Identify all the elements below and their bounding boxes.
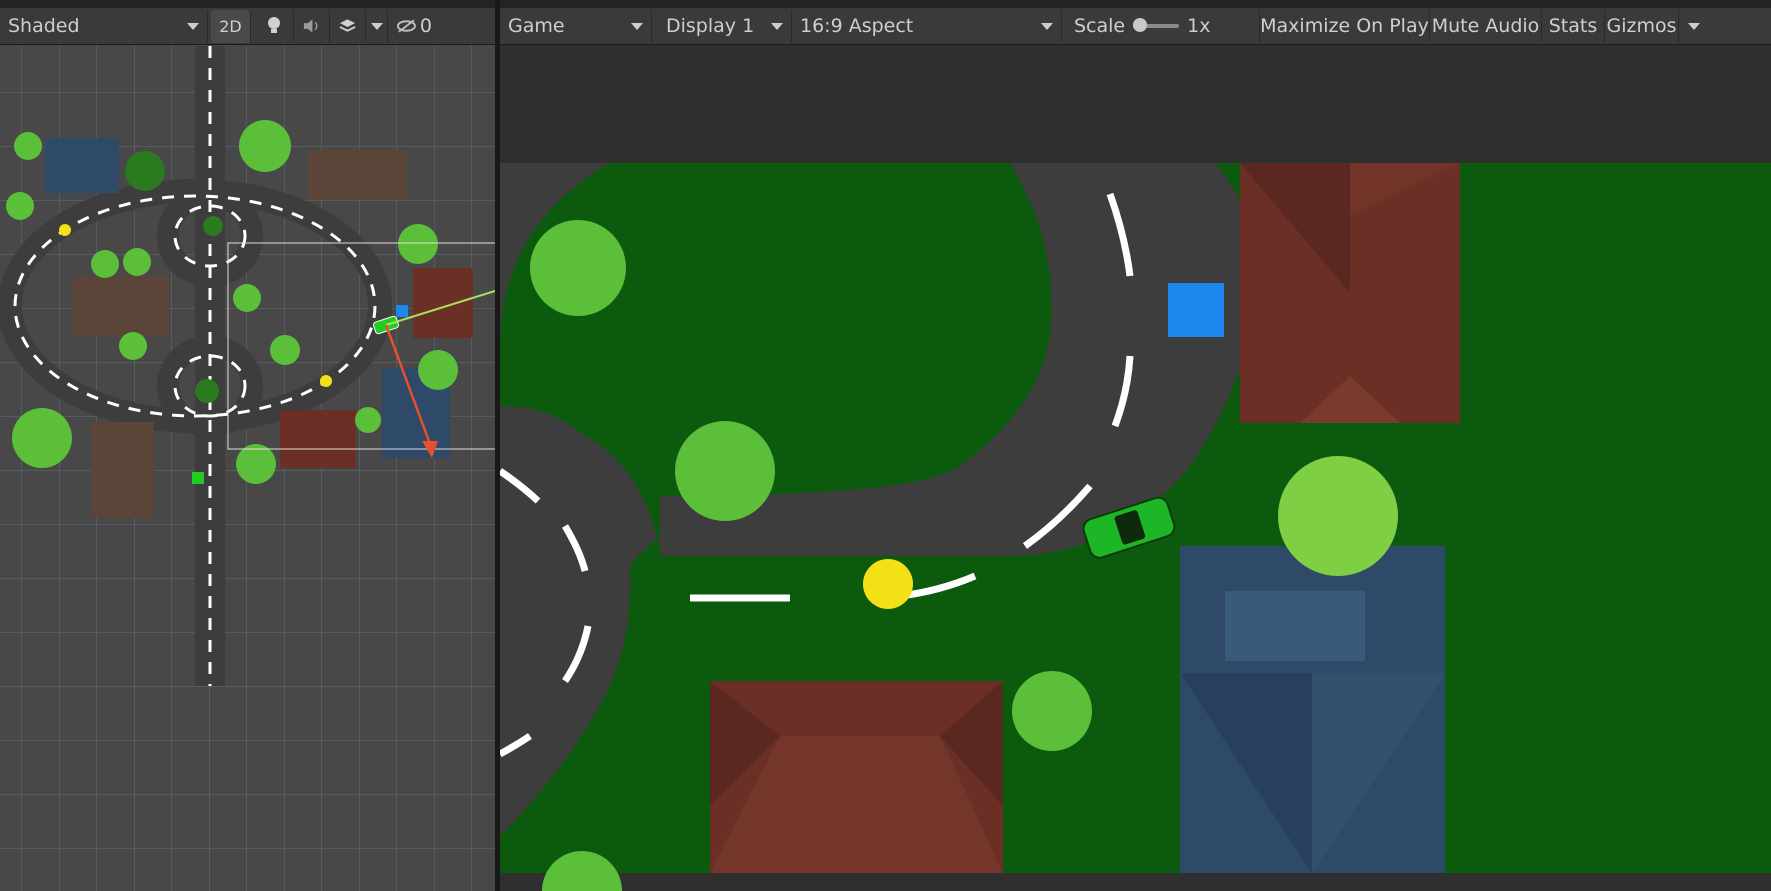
speaker-icon <box>303 19 318 33</box>
lighting-toggle-button[interactable] <box>254 9 294 43</box>
game-canvas[interactable] <box>500 46 1771 891</box>
scene-tab-strip <box>0 0 495 8</box>
gizmos-dropdown[interactable] <box>1679 10 1709 43</box>
game-panel: Game Display 1 16:9 Aspect Scale 1x Maxi… <box>500 0 1771 891</box>
house-blue <box>1180 546 1445 873</box>
scale-label: Scale <box>1074 15 1126 37</box>
tree <box>1278 456 1398 576</box>
game-checkpoint <box>1168 283 1224 337</box>
layers-icon <box>339 19 356 32</box>
hidden-objects-button[interactable]: 0 <box>388 10 440 43</box>
visibility-off-icon <box>396 19 416 33</box>
stats-label: Stats <box>1548 15 1598 37</box>
scene-coin[interactable] <box>59 224 71 236</box>
tree <box>1012 671 1092 751</box>
scene-canvas[interactable] <box>0 46 495 891</box>
scene-coin[interactable] <box>320 375 332 387</box>
chevron-down-icon <box>1041 22 1053 30</box>
game-tab-strip <box>500 0 1771 8</box>
mute-audio-label: Mute Audio <box>1431 15 1540 37</box>
gizmos-toggle[interactable]: Gizmos <box>1605 9 1679 43</box>
hidden-count: 0 <box>419 15 432 37</box>
scene-viewport[interactable] <box>0 46 495 891</box>
scale-slider-knob[interactable] <box>1133 18 1148 32</box>
game-view-label: Game <box>508 15 565 37</box>
toggle-2d-button[interactable]: 2D <box>211 9 251 43</box>
gizmos-label: Gizmos <box>1606 15 1677 37</box>
scene-spawn-marker[interactable] <box>192 472 204 484</box>
shading-mode-label: Shaded <box>8 15 80 37</box>
maximize-on-play-label: Maximize On Play <box>1260 15 1429 37</box>
lightbulb-icon <box>267 17 280 33</box>
game-toolbar: Game Display 1 16:9 Aspect Scale 1x Maxi… <box>500 8 1771 45</box>
effects-toggle-button[interactable] <box>330 9 366 43</box>
scale-control[interactable]: Scale 1x <box>1062 9 1260 43</box>
tree <box>675 421 775 521</box>
scene-toolbar: Shaded 2D 0 <box>0 8 495 45</box>
chevron-down-icon <box>771 22 783 30</box>
chevron-down-icon <box>631 22 643 30</box>
chevron-down-icon <box>1688 22 1700 30</box>
house-red-bottom <box>710 681 1003 873</box>
toggle-2d-label: 2D <box>219 16 242 36</box>
tree <box>530 220 626 316</box>
game-coin <box>863 559 913 609</box>
aspect-dropdown[interactable]: 16:9 Aspect <box>792 9 1062 43</box>
stats-toggle[interactable]: Stats <box>1542 9 1605 43</box>
game-view-dropdown[interactable]: Game <box>500 9 652 43</box>
shading-mode-dropdown[interactable]: Shaded <box>0 9 208 43</box>
chevron-down-icon <box>187 22 199 30</box>
chevron-down-icon <box>370 22 383 30</box>
scene-checkpoint[interactable] <box>396 305 408 317</box>
aspect-label: 16:9 Aspect <box>800 15 914 37</box>
display-label: Display 1 <box>666 15 755 37</box>
display-dropdown[interactable]: Display 1 <box>652 9 792 43</box>
game-viewport[interactable] <box>500 46 1771 891</box>
mute-audio-toggle[interactable]: Mute Audio <box>1430 9 1542 43</box>
scale-slider[interactable] <box>1133 18 1180 32</box>
scale-value: 1x <box>1187 15 1211 37</box>
maximize-on-play-toggle[interactable]: Maximize On Play <box>1260 9 1430 43</box>
audio-toggle-button[interactable] <box>294 9 330 43</box>
effects-dropdown[interactable] <box>366 9 388 43</box>
scene-panel: Shaded 2D 0 <box>0 0 495 891</box>
house-red-top <box>1240 163 1460 423</box>
